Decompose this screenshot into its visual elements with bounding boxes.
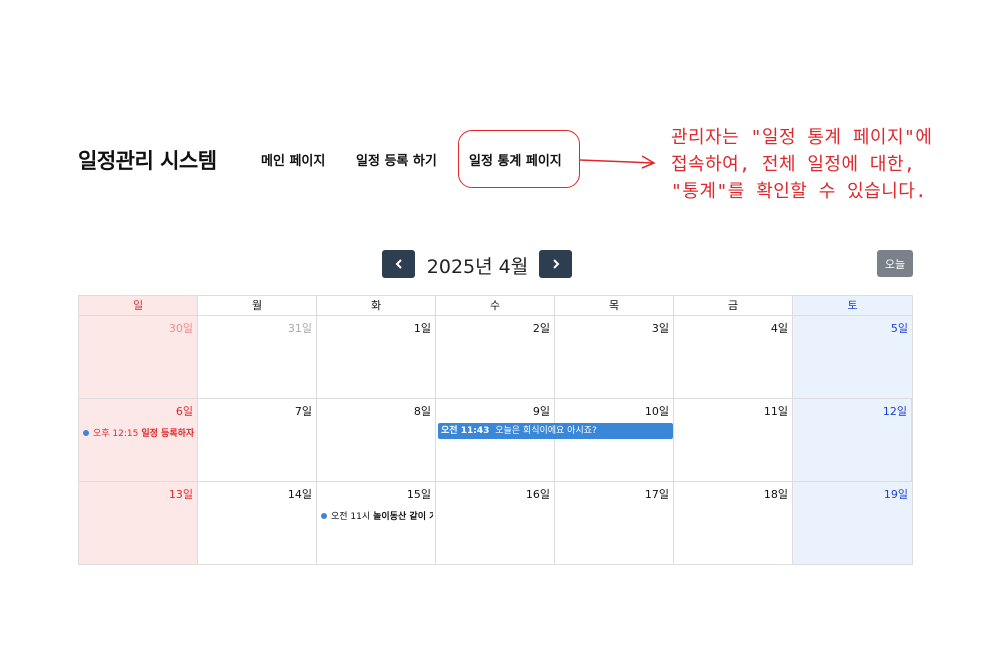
day-cell[interactable]: 11일 — [674, 399, 793, 481]
day-cell[interactable]: 16일 — [436, 482, 555, 564]
annotation-line: "통계"를 확인할 수 있습니다. — [671, 181, 927, 202]
day-cell[interactable]: 9일 — [436, 399, 555, 481]
day-number: 30일 — [168, 322, 193, 335]
day-number: 8일 — [413, 405, 431, 418]
day-number: 1일 — [413, 322, 431, 335]
day-cell[interactable]: 6일 오후 12:15 일정 등록하자 — [79, 399, 198, 481]
day-cell[interactable]: 2일 — [436, 316, 555, 398]
calendar-week: 6일 오후 12:15 일정 등록하자 7일 8일 9일 10일 11일 12일… — [79, 399, 912, 482]
day-cell[interactable]: 1일 — [317, 316, 436, 398]
day-number: 14일 — [287, 488, 312, 501]
chevron-right-icon — [552, 259, 559, 269]
month-calendar: 일 월 화 수 목 금 토 30일 31일 1일 2일 3일 4일 5일 6일 … — [78, 295, 913, 565]
calendar-event[interactable]: 오전 11시 놀이동산 같이 가 — [321, 509, 433, 522]
day-cell[interactable]: 3일 — [555, 316, 674, 398]
day-cell[interactable]: 14일 — [198, 482, 317, 564]
day-number: 19일 — [883, 488, 908, 501]
day-cell[interactable]: 8일 — [317, 399, 436, 481]
day-number: 15일 — [406, 488, 431, 501]
next-month-button[interactable] — [539, 250, 572, 278]
annotation-line: 접속하여, 전체 일정에 대한, — [671, 154, 916, 175]
calendar-event-multiday[interactable]: 오전 11:43 오늘은 회식이에요 아시죠? — [438, 423, 673, 439]
weekday-thursday: 목 — [555, 296, 674, 315]
annotation-highlight-box — [458, 130, 580, 188]
site-brand[interactable]: 일정관리 시스템 — [78, 145, 217, 175]
day-number: 18일 — [763, 488, 788, 501]
chevron-left-icon — [395, 259, 402, 269]
calendar-week: 30일 31일 1일 2일 3일 4일 5일 — [79, 316, 912, 399]
day-cell[interactable]: 15일 오전 11시 놀이동산 같이 가 — [317, 482, 436, 564]
weekday-header: 일 월 화 수 목 금 토 — [79, 296, 912, 316]
annotation-line: 관리자는 "일정 통계 페이지"에 — [671, 127, 933, 148]
event-title: 일정 등록하자 — [141, 429, 195, 439]
day-cell[interactable]: 17일 — [555, 482, 674, 564]
event-dot-icon — [321, 512, 327, 519]
day-cell[interactable]: 7일 — [198, 399, 317, 481]
day-number: 3일 — [651, 322, 669, 335]
day-number: 12일 — [882, 405, 907, 418]
event-time: 오후 12:15 — [93, 429, 139, 439]
annotation-arrow-icon — [579, 155, 656, 169]
event-title: 놀이동산 같이 가 — [373, 512, 433, 522]
weekday-sunday: 일 — [79, 296, 198, 315]
day-cell[interactable]: 12일 — [793, 399, 912, 481]
nav-register-schedule[interactable]: 일정 등록 하기 — [356, 150, 437, 169]
day-cell[interactable]: 10일 — [555, 399, 674, 481]
day-cell[interactable]: 31일 — [198, 316, 317, 398]
day-number: 11일 — [763, 405, 788, 418]
day-number: 6일 — [175, 405, 193, 418]
day-cell[interactable]: 19일 — [793, 482, 912, 564]
day-number: 17일 — [644, 488, 669, 501]
weekday-tuesday: 화 — [317, 296, 436, 315]
event-dot-icon — [83, 429, 89, 436]
day-cell[interactable]: 13일 — [79, 482, 198, 564]
day-number: 9일 — [532, 405, 550, 418]
day-number: 7일 — [294, 405, 312, 418]
calendar-week: 13일 14일 15일 오전 11시 놀이동산 같이 가 16일 17일 18일… — [79, 482, 912, 564]
day-number: 4일 — [770, 322, 788, 335]
calendar-event[interactable]: 오후 12:15 일정 등록하자 — [83, 426, 195, 439]
weekday-friday: 금 — [674, 296, 793, 315]
day-number: 10일 — [644, 405, 669, 418]
prev-month-button[interactable] — [382, 250, 415, 278]
weekday-monday: 월 — [198, 296, 317, 315]
day-number: 16일 — [525, 488, 550, 501]
event-time: 오전 11:43 — [441, 426, 490, 436]
day-cell[interactable]: 18일 — [674, 482, 793, 564]
annotation-text: 관리자는 "일정 통계 페이지"에 접속하여, 전체 일정에 대한, "통계"를… — [671, 124, 991, 205]
weekday-saturday: 토 — [793, 296, 912, 315]
nav-main-page[interactable]: 메인 페이지 — [261, 150, 325, 169]
day-number: 13일 — [168, 488, 193, 501]
event-title: 오늘은 회식이에요 아시죠? — [495, 426, 597, 436]
day-number: 5일 — [890, 322, 908, 335]
event-time: 오전 11시 — [331, 512, 371, 522]
weekday-wednesday: 수 — [436, 296, 555, 315]
day-cell[interactable]: 30일 — [79, 316, 198, 398]
day-number: 31일 — [287, 322, 312, 335]
today-button[interactable]: 오늘 — [877, 250, 913, 277]
month-title: 2025년 4월 — [426, 256, 529, 278]
day-cell[interactable]: 4일 — [674, 316, 793, 398]
day-number: 2일 — [532, 322, 550, 335]
day-cell[interactable]: 5일 — [793, 316, 912, 398]
